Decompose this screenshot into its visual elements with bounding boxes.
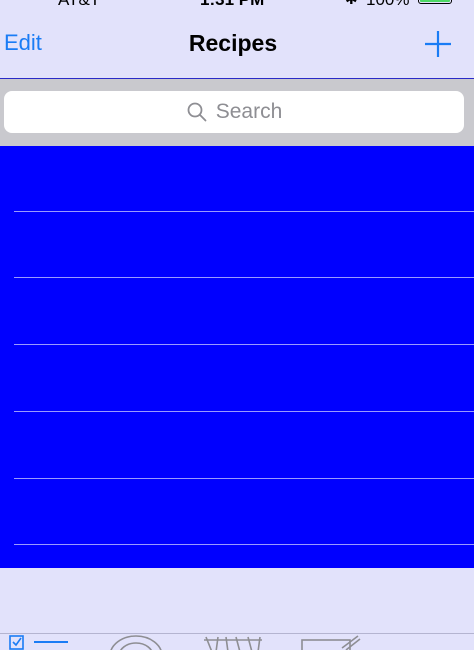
page-title: Recipes — [188, 30, 278, 56]
tab-basket[interactable] — [202, 634, 264, 650]
search-bar: Search — [0, 79, 474, 146]
plus-icon — [425, 31, 451, 57]
plate-icon — [110, 635, 162, 650]
table-row[interactable] — [0, 278, 474, 344]
battery-percent: 100% — [366, 0, 409, 8]
add-recipe-button[interactable] — [422, 28, 454, 60]
search-input[interactable]: Search — [4, 91, 464, 133]
table-row[interactable] — [0, 146, 474, 212]
tab-notes[interactable] — [298, 634, 362, 650]
battery-icon — [418, 0, 452, 4]
status-time: 1:31 PM — [200, 0, 264, 8]
checklist-icon — [9, 635, 68, 650]
carrier-name: AT&T — [58, 0, 100, 8]
tab-bar — [0, 633, 474, 650]
signal-strength: ••••• — [2, 0, 33, 4]
table-row[interactable] — [0, 345, 474, 411]
row-separator — [14, 544, 474, 545]
recipes-screen: ••••• AT&T 1:31 PM ✱ 100% Edit Recipes S… — [0, 0, 474, 650]
tab-checklist[interactable] — [8, 634, 70, 650]
bluetooth-icon: ✱ — [345, 0, 358, 8]
navigation-bar: Edit Recipes — [0, 8, 474, 78]
recipe-table — [0, 146, 474, 568]
search-icon — [186, 101, 208, 123]
table-row[interactable] — [0, 479, 474, 545]
notepad-pencil-icon — [301, 635, 361, 650]
basket-icon — [204, 636, 262, 650]
table-row[interactable] — [0, 212, 474, 278]
status-bar: ••••• AT&T 1:31 PM ✱ 100% — [0, 0, 474, 8]
tab-plate[interactable] — [108, 634, 164, 650]
search-placeholder: Search — [215, 100, 283, 123]
table-row[interactable] — [0, 412, 474, 478]
